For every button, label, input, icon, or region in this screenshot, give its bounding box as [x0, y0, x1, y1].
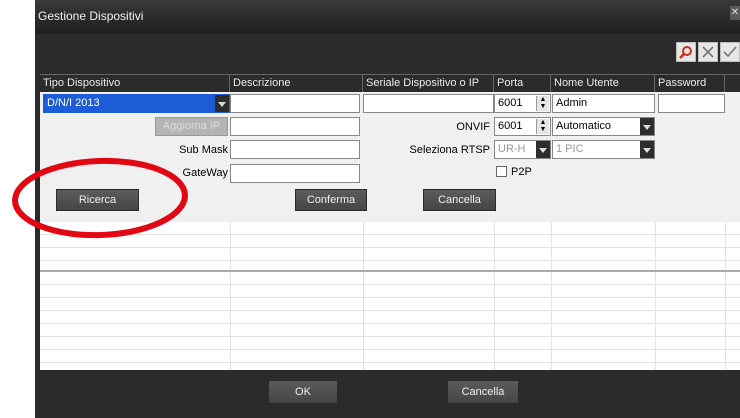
- highlight-ellipse: [12, 157, 188, 239]
